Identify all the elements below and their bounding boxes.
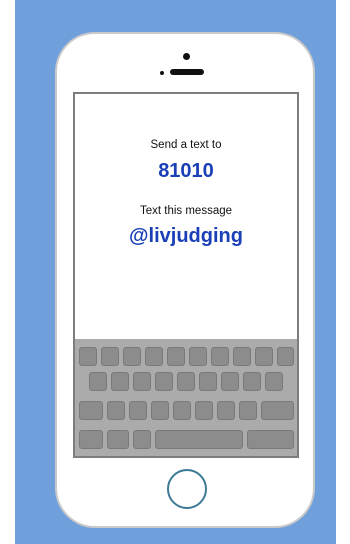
instruction-text-message: Text this message bbox=[139, 205, 233, 217]
short-code-number: 81010 bbox=[158, 160, 214, 182]
keyboard-row-3 bbox=[75, 401, 297, 420]
key bbox=[155, 372, 173, 391]
keyboard-row-2 bbox=[75, 372, 297, 391]
key bbox=[255, 347, 273, 366]
return-key bbox=[247, 430, 294, 449]
keyboard-row-4 bbox=[75, 430, 297, 449]
key bbox=[189, 347, 207, 366]
numbers-key bbox=[79, 430, 103, 449]
emoji-key bbox=[107, 430, 129, 449]
key bbox=[211, 347, 229, 366]
key bbox=[133, 372, 151, 391]
key bbox=[277, 347, 294, 366]
shift-key bbox=[79, 401, 103, 420]
home-button-icon bbox=[167, 469, 207, 509]
key bbox=[243, 372, 261, 391]
mic-key bbox=[133, 430, 151, 449]
key bbox=[221, 372, 239, 391]
key bbox=[79, 347, 97, 366]
event-code: @livjudging bbox=[129, 225, 243, 247]
keyboard-row-1 bbox=[75, 347, 297, 366]
key bbox=[151, 401, 169, 420]
key bbox=[123, 347, 141, 366]
key bbox=[129, 401, 147, 420]
keyboard bbox=[75, 339, 297, 456]
key bbox=[107, 401, 125, 420]
key bbox=[145, 347, 163, 366]
key bbox=[233, 347, 251, 366]
key bbox=[173, 401, 191, 420]
key bbox=[199, 372, 217, 391]
key bbox=[167, 347, 185, 366]
key bbox=[101, 347, 119, 366]
camera-icon bbox=[183, 53, 190, 60]
phone-illustration: Send a text to 81010 Text this message @… bbox=[55, 32, 315, 528]
key bbox=[217, 401, 235, 420]
instruction-send-text: Send a text to bbox=[150, 139, 222, 151]
backspace-key bbox=[261, 401, 294, 420]
phone-screen: Send a text to 81010 Text this message @… bbox=[73, 92, 299, 458]
speaker-grille bbox=[170, 69, 204, 75]
key bbox=[239, 401, 257, 420]
key bbox=[111, 372, 129, 391]
sensor-dot bbox=[160, 71, 164, 75]
key bbox=[177, 372, 195, 391]
key bbox=[265, 372, 283, 391]
space-key bbox=[155, 430, 243, 449]
key bbox=[195, 401, 213, 420]
key bbox=[89, 372, 107, 391]
